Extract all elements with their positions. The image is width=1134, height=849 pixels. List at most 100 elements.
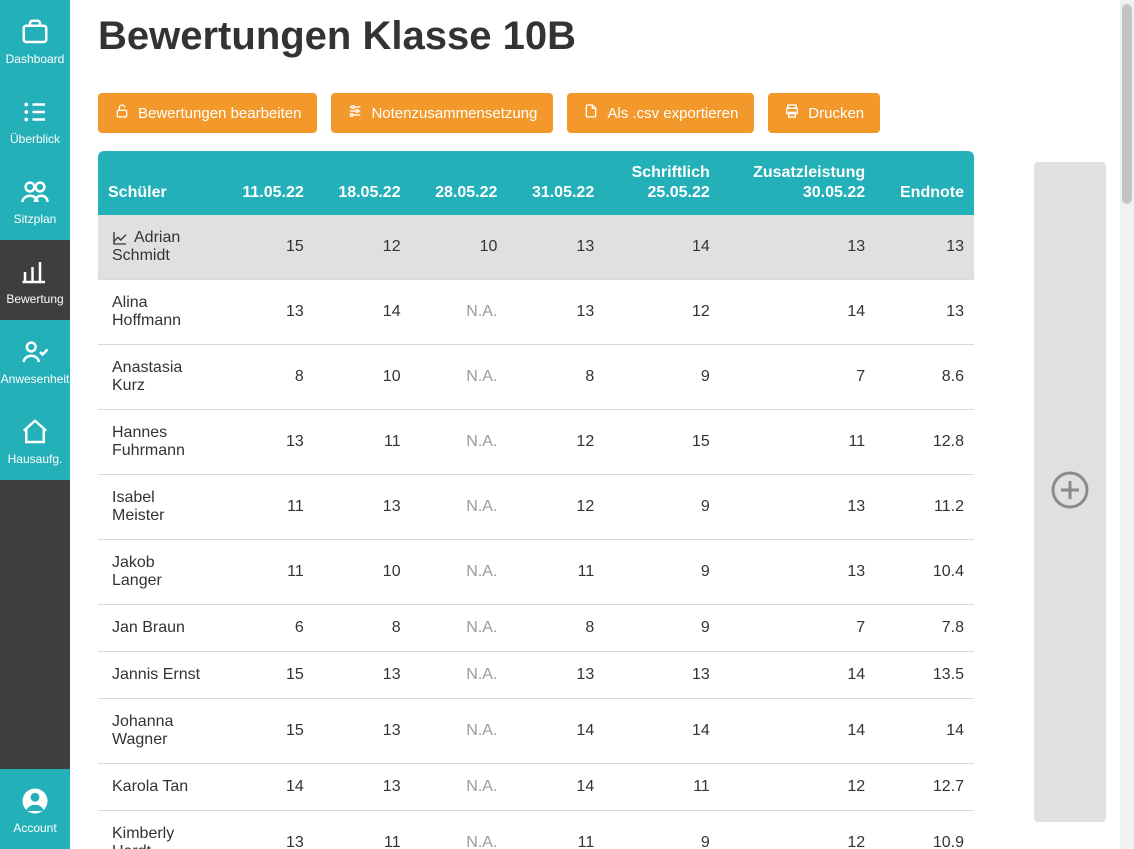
grade-cell[interactable]: 12 xyxy=(314,215,411,280)
col-date-1[interactable]: 11.05.22 xyxy=(218,151,314,215)
grade-cell[interactable]: 15 xyxy=(604,410,720,475)
add-column-panel[interactable] xyxy=(1034,162,1106,822)
grade-cell[interactable]: 7 xyxy=(720,605,875,652)
col-date-2[interactable]: 18.05.22 xyxy=(314,151,411,215)
grade-cell[interactable]: 14 xyxy=(875,699,974,764)
table-row[interactable]: Anastasia Kurz810N.A.8978.6 xyxy=(98,345,974,410)
grade-cell[interactable]: 8 xyxy=(507,345,604,410)
grade-cell[interactable]: 13 xyxy=(507,215,604,280)
grade-composition-button[interactable]: Notenzusammensetzung xyxy=(331,93,553,133)
student-name-cell[interactable]: Jannis Ernst xyxy=(98,652,218,699)
scrollbar-track[interactable] xyxy=(1120,0,1134,849)
grade-cell[interactable]: 11 xyxy=(218,475,314,540)
grade-cell[interactable]: N.A. xyxy=(411,345,508,410)
grade-cell[interactable]: 13 xyxy=(720,215,875,280)
grade-cell[interactable]: 8 xyxy=(507,605,604,652)
grade-cell[interactable]: N.A. xyxy=(411,699,508,764)
grade-cell[interactable]: 13 xyxy=(314,475,411,540)
grade-cell[interactable]: 12.8 xyxy=(875,410,974,475)
grade-cell[interactable]: 13.5 xyxy=(875,652,974,699)
sidebar-item-dashboard[interactable]: Dashboard xyxy=(0,0,70,80)
col-extra[interactable]: Zusatzleistung 30.05.22 xyxy=(720,151,875,215)
table-row[interactable]: Alina Hoffmann1314N.A.13121413 xyxy=(98,280,974,345)
grade-cell[interactable]: 9 xyxy=(604,345,720,410)
grade-cell[interactable]: 9 xyxy=(604,605,720,652)
grade-cell[interactable]: 12 xyxy=(720,811,875,849)
grade-cell[interactable]: 9 xyxy=(604,475,720,540)
grade-cell[interactable]: 13 xyxy=(314,764,411,811)
col-written[interactable]: Schriftlich 25.05.22 xyxy=(604,151,720,215)
col-date-3[interactable]: 28.05.22 xyxy=(411,151,508,215)
grade-cell[interactable]: 11 xyxy=(314,811,411,849)
grade-cell[interactable]: 13 xyxy=(507,280,604,345)
grade-cell[interactable]: N.A. xyxy=(411,475,508,540)
grade-cell[interactable]: N.A. xyxy=(411,811,508,849)
table-row[interactable]: Karola Tan1413N.A.14111212.7 xyxy=(98,764,974,811)
grade-cell[interactable]: 13 xyxy=(314,699,411,764)
table-row[interactable]: Isabel Meister1113N.A.1291311.2 xyxy=(98,475,974,540)
grade-cell[interactable]: 12 xyxy=(604,280,720,345)
student-name-cell[interactable]: Jakob Langer xyxy=(98,540,218,605)
grade-cell[interactable]: 13 xyxy=(720,540,875,605)
grade-cell[interactable]: 11 xyxy=(507,811,604,849)
grade-cell[interactable]: 7 xyxy=(720,345,875,410)
grade-cell[interactable]: 13 xyxy=(218,811,314,849)
grade-cell[interactable]: 13 xyxy=(218,280,314,345)
grade-cell[interactable]: N.A. xyxy=(411,540,508,605)
grade-cell[interactable]: 13 xyxy=(875,215,974,280)
grade-cell[interactable]: 13 xyxy=(314,652,411,699)
grade-cell[interactable]: 15 xyxy=(218,215,314,280)
table-row[interactable]: Adrian Schmidt15121013141313 xyxy=(98,215,974,280)
sidebar-item-homework[interactable]: Hausaufg. xyxy=(0,400,70,480)
sidebar-item-grading[interactable]: Bewertung xyxy=(0,240,70,320)
student-name-cell[interactable]: Kimberly Hardt xyxy=(98,811,218,849)
sidebar-item-attendance[interactable]: Anwesenheit xyxy=(0,320,70,400)
grade-cell[interactable]: 8 xyxy=(218,345,314,410)
grade-cell[interactable]: 13 xyxy=(604,652,720,699)
col-final[interactable]: Endnote xyxy=(875,151,974,215)
grade-cell[interactable]: 15 xyxy=(218,652,314,699)
student-name-cell[interactable]: Adrian Schmidt xyxy=(98,215,218,280)
grade-cell[interactable]: 11 xyxy=(314,410,411,475)
grade-cell[interactable]: 9 xyxy=(604,540,720,605)
col-date-4[interactable]: 31.05.22 xyxy=(507,151,604,215)
grade-cell[interactable]: 14 xyxy=(604,699,720,764)
sidebar-item-account[interactable]: Account xyxy=(0,769,70,849)
grade-cell[interactable]: 12.7 xyxy=(875,764,974,811)
sidebar-item-seating[interactable]: Sitzplan xyxy=(0,160,70,240)
grade-cell[interactable]: 9 xyxy=(604,811,720,849)
grade-cell[interactable]: 14 xyxy=(604,215,720,280)
grade-cell[interactable]: 10 xyxy=(314,540,411,605)
grade-cell[interactable]: 11.2 xyxy=(875,475,974,540)
table-row[interactable]: Jakob Langer1110N.A.1191310.4 xyxy=(98,540,974,605)
grade-cell[interactable]: 7.8 xyxy=(875,605,974,652)
grade-cell[interactable]: 11 xyxy=(604,764,720,811)
grade-cell[interactable]: 15 xyxy=(218,699,314,764)
grade-cell[interactable]: 10 xyxy=(314,345,411,410)
grade-cell[interactable]: N.A. xyxy=(411,605,508,652)
grade-cell[interactable]: N.A. xyxy=(411,410,508,475)
table-row[interactable]: Kimberly Hardt1311N.A.1191210.9 xyxy=(98,811,974,849)
grade-cell[interactable]: 13 xyxy=(507,652,604,699)
grade-cell[interactable]: 12 xyxy=(507,475,604,540)
grade-cell[interactable]: 14 xyxy=(218,764,314,811)
grade-cell[interactable]: 13 xyxy=(720,475,875,540)
student-name-cell[interactable]: Johanna Wagner xyxy=(98,699,218,764)
sidebar-item-overview[interactable]: Überblick xyxy=(0,80,70,160)
student-name-cell[interactable]: Hannes Fuhrmann xyxy=(98,410,218,475)
student-name-cell[interactable]: Anastasia Kurz xyxy=(98,345,218,410)
table-row[interactable]: Johanna Wagner1513N.A.14141414 xyxy=(98,699,974,764)
export-csv-button[interactable]: Als .csv exportieren xyxy=(567,93,754,133)
grade-cell[interactable]: 12 xyxy=(507,410,604,475)
student-name-cell[interactable]: Isabel Meister xyxy=(98,475,218,540)
table-row[interactable]: Hannes Fuhrmann1311N.A.12151112.8 xyxy=(98,410,974,475)
grade-cell[interactable]: N.A. xyxy=(411,280,508,345)
student-name-cell[interactable]: Alina Hoffmann xyxy=(98,280,218,345)
grade-cell[interactable]: 11 xyxy=(720,410,875,475)
grade-cell[interactable]: 8.6 xyxy=(875,345,974,410)
table-row[interactable]: Jan Braun68N.A.8977.8 xyxy=(98,605,974,652)
grade-cell[interactable]: 14 xyxy=(720,280,875,345)
grade-cell[interactable]: 6 xyxy=(218,605,314,652)
grade-cell[interactable]: 14 xyxy=(314,280,411,345)
grade-cell[interactable]: 14 xyxy=(720,652,875,699)
